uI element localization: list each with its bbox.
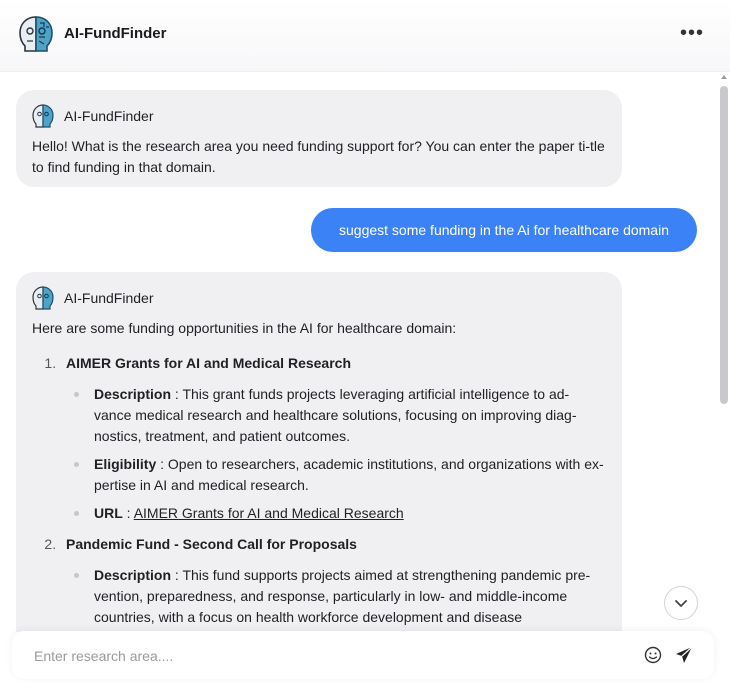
bot-name: AI-FundFinder [64,108,154,124]
user-message: suggest some funding in the Ai for healt… [311,208,697,252]
funding-title: Pandemic Fund - Second Call for Proposal… [66,536,357,552]
bot-intro-text: Here are some funding opportunities in t… [32,320,457,336]
chat-area: AI-FundFinder Hello! What is the researc… [0,72,716,632]
funding-list: AIMER Grants for AI and Medical Research… [32,353,606,628]
app-title: AI-FundFinder [64,25,167,42]
funding-item: AIMER Grants for AI and Medical Research… [60,353,606,524]
funding-description: Description : This fund supports project… [74,565,606,628]
bot-avatar-icon [32,104,54,128]
message-composer [12,631,714,679]
send-icon[interactable] [674,645,694,665]
bot-message: AI-FundFinder Hello! What is the researc… [16,90,622,187]
bot-avatar-icon [32,286,54,310]
bot-message-text: Hello! What is the research area you nee… [32,138,605,175]
funding-eligibility: Eligibility : Open to researchers, acade… [74,454,606,496]
more-options-icon[interactable]: ••• [680,23,704,43]
scroll-to-bottom-button[interactable] [664,586,698,620]
funding-description: Description : This grant funds projects … [74,384,606,447]
scroll-up-icon[interactable] [721,75,727,79]
chevron-down-icon [675,600,687,607]
emoji-icon[interactable] [644,646,662,664]
funding-url: URL : AIMER Grants for AI and Medical Re… [74,503,606,524]
funding-item: Pandemic Fund - Second Call for Proposal… [60,534,606,628]
funding-title: AIMER Grants for AI and Medical Research [66,355,351,371]
bot-name: AI-FundFinder [64,290,154,306]
funding-link[interactable]: AIMER Grants for AI and Medical Research [134,505,404,521]
scrollbar-thumb[interactable] [720,86,728,404]
logo-icon [19,16,53,52]
bot-message: AI-FundFinder Here are some funding oppo… [16,272,622,632]
research-area-input[interactable] [32,643,626,669]
app-header: AI-FundFinder ••• [0,0,730,72]
